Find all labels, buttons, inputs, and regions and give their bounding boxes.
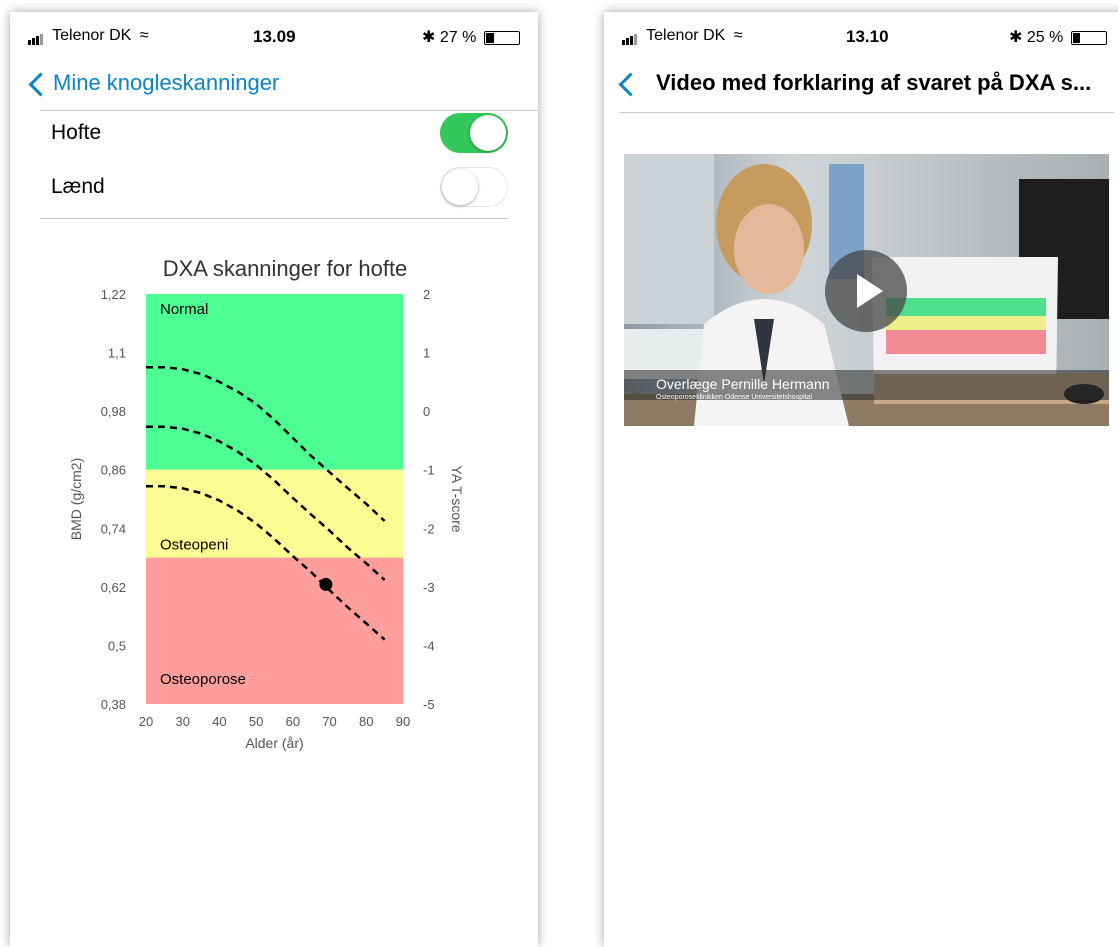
y-tick-label: 0,38: [101, 697, 126, 712]
y2-tick-label: 2: [423, 287, 430, 302]
y2-tick-label: -4: [423, 638, 435, 653]
x-tick-label: 60: [286, 714, 300, 729]
back-button[interactable]: [618, 70, 643, 97]
y2-axis-label: YA T-score: [449, 465, 465, 532]
video-caption-name: Overlæge Pernille Hermann: [656, 376, 830, 392]
bluetooth-icon: ✱: [1009, 29, 1023, 46]
y-tick-label: 0,5: [108, 638, 126, 653]
phone-screen-video: Telenor DK ≈ 13.10 ✱ 25 % Video med fork…: [604, 12, 1118, 947]
dxa-chart: Normal Osteopeni Osteoporose 1,22 1,1 0,98 0,8…: [68, 287, 465, 751]
x-tick-label: 40: [212, 714, 226, 729]
x-tick-label: 80: [359, 714, 373, 729]
y-tick-label: 0,62: [101, 580, 126, 595]
y-tick-label: 0,98: [101, 404, 126, 419]
status-time: 13.10: [846, 27, 889, 46]
carrier-label: Telenor DK: [646, 27, 726, 45]
chevron-left-icon: [618, 72, 643, 97]
y-tick-label: 1,22: [101, 287, 126, 302]
x-tick-label: 90: [396, 714, 410, 729]
wifi-icon: ≈: [733, 27, 743, 45]
battery-percent: 25 %: [1026, 29, 1064, 46]
status-bar: Telenor DK ≈ 13.10 ✱ 25 %: [604, 27, 1118, 51]
x-tick-label: 20: [139, 714, 153, 729]
zone-label-osteopeni: Osteopeni: [160, 537, 228, 554]
zone-label-osteoporose: Osteoporose: [160, 671, 246, 688]
video-player[interactable]: Overlæge Pernille Hermann Osteoporosekli…: [624, 154, 1109, 426]
y2-tick-label: 1: [423, 346, 430, 361]
y2-tick-label: -3: [423, 580, 435, 595]
zone-normal: [146, 294, 403, 470]
phone-screen-bone-scans: Telenor DK ≈ 13.09 ✱ 27 % Mine knogleska…: [10, 12, 538, 947]
y-tick-label: 0,86: [101, 463, 126, 478]
battery-icon: [1070, 30, 1107, 45]
x-axis-label: Alder (år): [245, 735, 303, 751]
y2-tick-label: -2: [423, 521, 435, 536]
y2-tick-label: -5: [423, 697, 435, 712]
scan-result-point: [319, 577, 333, 591]
y2-tick-label: 0: [423, 404, 430, 419]
y-tick-label: 0,74: [101, 521, 126, 536]
nav-title: Video med forklaring af svaret på DXA s.…: [656, 70, 1092, 95]
x-tick-label: 50: [249, 714, 263, 729]
zone-label-normal: Normal: [160, 301, 208, 318]
x-tick-label: 30: [175, 714, 189, 729]
nav-divider: [620, 112, 1114, 113]
y-tick-label: 1,1: [108, 346, 126, 361]
y-axis-label: BMD (g/cm2): [68, 458, 84, 540]
x-tick-label: 70: [322, 714, 336, 729]
video-caption-place: Osteoporoseklinikken Odense Universitets…: [656, 394, 813, 401]
signal-icon: [622, 27, 638, 45]
play-button[interactable]: [825, 250, 907, 332]
y2-tick-label: -1: [423, 463, 435, 478]
